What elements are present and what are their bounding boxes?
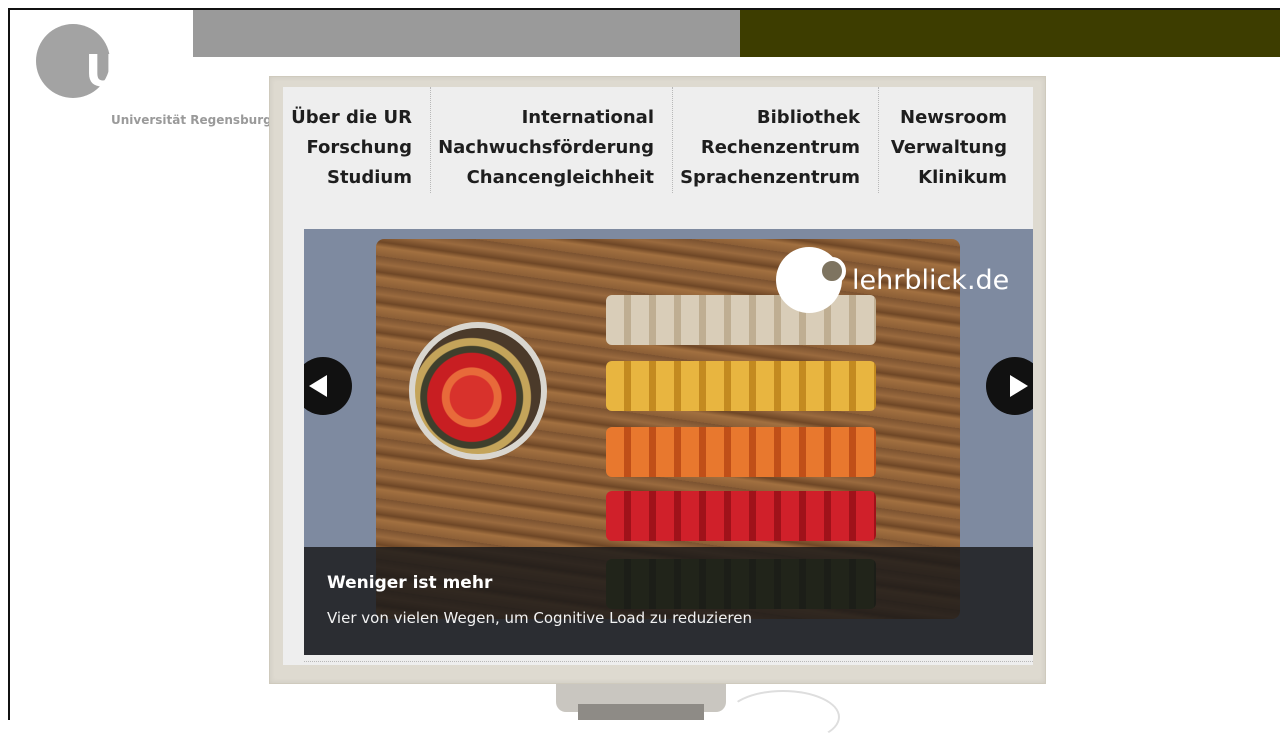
slide-image-bear-row (606, 491, 876, 541)
logo-mark: UR (85, 46, 153, 97)
teaser-slider[interactable]: lehrblick.de Weniger ist mehr Vier von v… (304, 229, 1033, 655)
slide-subtitle: Vier von vielen Wegen, um Cognitive Load… (327, 609, 753, 627)
nav-link-rechenzentrum[interactable]: Rechenzentrum (673, 137, 860, 167)
slider-next-button[interactable] (986, 357, 1033, 415)
nav-link-nachwuchsfoerderung[interactable]: Nachwuchsförderung (431, 137, 654, 167)
nav-link-klinikum[interactable]: Klinikum (879, 167, 1007, 197)
nav-column-4: Newsroom Verwaltung Klinikum (879, 87, 1022, 193)
arrow-left-icon (309, 375, 327, 397)
logo-mark-text: UR (85, 46, 153, 97)
slide-image-jar (409, 322, 547, 460)
nav-link-forschung[interactable]: Forschung (283, 137, 412, 167)
monitor-stand-base (578, 704, 704, 720)
nav-link-bibliothek[interactable]: Bibliothek (673, 107, 860, 137)
monitor-cable (726, 690, 840, 744)
logo-university-name: Universität Regensburg (111, 113, 272, 127)
nav-link-chancengleichheit[interactable]: Chancengleichheit (431, 167, 654, 197)
slide-image-bear-row (606, 427, 876, 477)
header-bar-olive (740, 10, 1280, 57)
lehrblick-logo-dot (818, 257, 846, 285)
header-bar-gray (193, 10, 740, 57)
slide-image-bear-row (606, 361, 876, 411)
nav-column-3: Bibliothek Rechenzentrum Sprachenzentrum (673, 87, 879, 193)
nav-link-sprachenzentrum[interactable]: Sprachenzentrum (673, 167, 860, 197)
slide-title[interactable]: Weniger ist mehr (327, 573, 492, 593)
nav-link-studium[interactable]: Studium (283, 167, 412, 197)
lehrblick-logo: lehrblick.de (776, 247, 1016, 317)
nav-link-verwaltung[interactable]: Verwaltung (879, 137, 1007, 167)
nav-column-2: International Nachwuchsförderung Chancen… (431, 87, 673, 193)
main-navigation: Über die UR Forschung Studium Internatio… (283, 87, 1033, 197)
nav-link-international[interactable]: International (431, 107, 654, 137)
slider-prev-button[interactable] (304, 357, 352, 415)
nav-link-ueber-die-ur[interactable]: Über die UR (283, 107, 412, 137)
arrow-right-icon (1010, 375, 1028, 397)
slide-caption[interactable]: Weniger ist mehr Vier von vielen Wegen, … (304, 547, 1033, 655)
slider-progress-line (304, 661, 1033, 664)
nav-link-newsroom[interactable]: Newsroom (879, 107, 1007, 137)
nav-column-1: Über die UR Forschung Studium (283, 87, 431, 193)
lehrblick-logo-text: lehrblick.de (852, 265, 1010, 296)
university-logo[interactable]: UR Universität Regensburg (30, 18, 272, 138)
